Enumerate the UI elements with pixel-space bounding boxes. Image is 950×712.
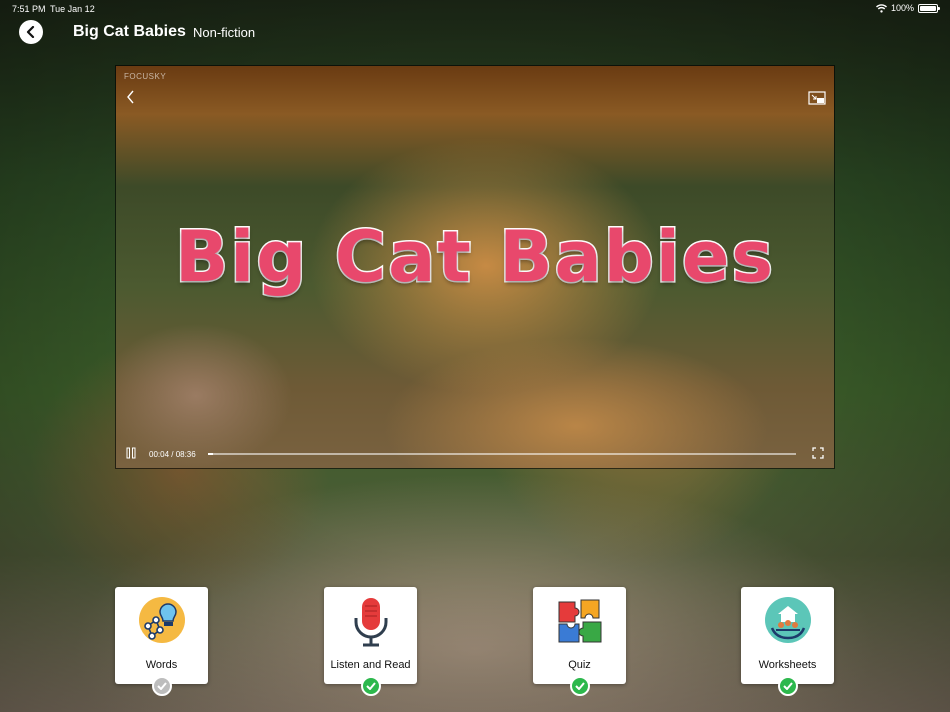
pause-icon[interactable] <box>126 447 136 459</box>
video-watermark: FOCUSKY <box>124 72 167 81</box>
fullscreen-icon[interactable] <box>812 447 824 459</box>
video-timecode: 00:04 / 08:36 <box>149 450 196 459</box>
picture-in-picture-icon[interactable] <box>808 91 826 105</box>
activity-label: Listen and Read <box>330 659 411 671</box>
wifi-icon <box>875 3 887 13</box>
pending-check-icon <box>152 676 172 696</box>
status-right: 100% <box>875 3 940 13</box>
activity-label: Quiz <box>568 659 591 671</box>
activity-card-quiz[interactable]: Quiz <box>533 587 626 684</box>
completed-check-icon <box>778 676 798 696</box>
page-title: Big Cat Babies <box>73 23 186 40</box>
video-controls: 00:04 / 08:36 <box>116 434 834 468</box>
activity-label: Words <box>145 659 178 671</box>
activity-card-words[interactable]: Words <box>115 587 208 684</box>
activity-card-worksheets[interactable]: Worksheets <box>741 587 834 684</box>
puzzle-icon <box>558 599 601 643</box>
microphone-icon <box>354 598 387 647</box>
completed-check-icon <box>570 676 590 696</box>
video-player[interactable]: FOCUSKY Big Cat Babies 00:04 / 08:36 <box>116 66 834 468</box>
worksheets-icon <box>764 597 811 643</box>
status-date: Tue Jan 12 <box>50 4 95 14</box>
genre-label: Non-fiction <box>193 25 256 40</box>
video-progress-fill <box>208 453 213 455</box>
completed-check-icon <box>361 676 381 696</box>
activity-label: Worksheets <box>758 659 817 671</box>
video-title-overlay: Big Cat Babies <box>173 215 776 300</box>
video-progress-bar[interactable] <box>208 453 796 455</box>
video-back-icon[interactable] <box>126 90 136 104</box>
battery-icon <box>918 3 940 13</box>
status-time: 7:51 PM <box>12 4 46 14</box>
battery-percent: 100% <box>890 3 914 13</box>
status-bar: 7:51 PM Tue Jan 12 100% <box>0 0 950 18</box>
words-icon <box>138 597 185 643</box>
activity-card-listen-and-read[interactable]: Listen and Read <box>324 587 417 684</box>
chevron-left-icon <box>26 26 35 38</box>
back-button[interactable] <box>19 20 43 44</box>
